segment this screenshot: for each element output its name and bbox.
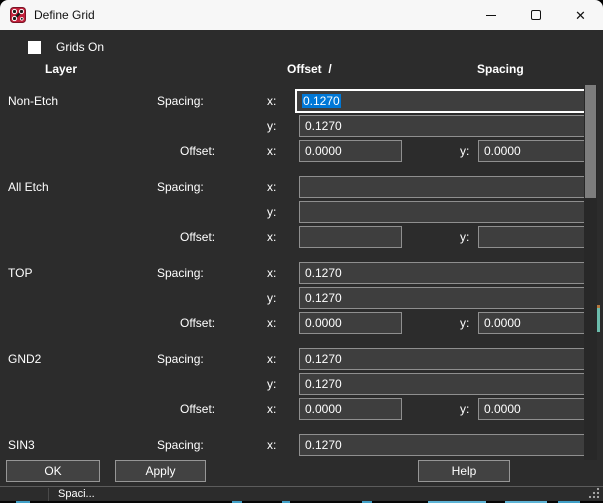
offset-y-field[interactable]: 0.0000 (478, 398, 586, 420)
x-label: x: (267, 230, 276, 244)
layer-name: GND2 (8, 352, 41, 366)
offset-label: Offset: (180, 230, 215, 244)
offset-y-field[interactable]: 0.0000 (478, 312, 586, 334)
header-spacing: Spacing (477, 62, 524, 76)
column-headers: Layer Offset / Spacing (0, 62, 603, 76)
x-label: x: (267, 144, 276, 158)
status-separator (48, 488, 49, 501)
grids-on-row: Grids On (28, 40, 104, 54)
resize-grip-icon[interactable] (588, 487, 600, 499)
layer-name: All Etch (8, 180, 49, 194)
spacing-x-field[interactable]: 0.1270 (299, 434, 586, 456)
offset-x-field[interactable]: 0.0000 (299, 398, 402, 420)
x-label: x: (267, 438, 276, 452)
x-label: x: (267, 352, 276, 366)
spacing-x-field[interactable]: 0.1270 (299, 348, 586, 370)
header-offset: Offset / (287, 62, 332, 76)
spacing-y-field[interactable] (299, 201, 586, 223)
x-label: x: (267, 180, 276, 194)
y-label: y: (267, 205, 276, 219)
apply-button[interactable]: Apply (115, 460, 206, 482)
spacing-x-field[interactable]: 0.1270 (299, 262, 586, 284)
offset-label: Offset: (180, 144, 215, 158)
maximize-button[interactable] (513, 0, 558, 30)
layer-grid-list: Non-Etch Spacing: x: 0.1270 y: 0.1270 Of… (0, 85, 603, 460)
y-label: y: (460, 402, 469, 416)
titlebar[interactable]: Define Grid ✕ (0, 0, 603, 30)
spacing-label: Spacing: (157, 438, 204, 452)
spacing-label: Spacing: (157, 352, 204, 366)
offset-y-field[interactable] (478, 226, 586, 248)
y-label: y: (267, 119, 276, 133)
help-button[interactable]: Help (418, 460, 510, 482)
close-icon: ✕ (575, 9, 586, 22)
y-label: y: (460, 144, 469, 158)
x-label: x: (267, 316, 276, 330)
layer-section-sin3: SIN3 Spacing: x: 0.1270 (0, 434, 603, 456)
maximize-icon (531, 10, 541, 20)
offset-x-field[interactable]: 0.0000 (299, 140, 402, 162)
minimize-button[interactable] (468, 0, 513, 30)
window-title: Define Grid (34, 8, 95, 22)
ok-button[interactable]: OK (6, 460, 100, 482)
scrollbar-annotation-marker (597, 308, 600, 332)
spacing-y-field[interactable]: 0.1270 (299, 115, 586, 137)
spacing-label: Spacing: (157, 266, 204, 280)
layer-section-non-etch: Non-Etch Spacing: x: 0.1270 y: 0.1270 Of… (0, 90, 603, 162)
x-label: x: (267, 94, 276, 108)
offset-y-field[interactable]: 0.0000 (478, 140, 586, 162)
spacing-x-field[interactable]: 0.1270 (295, 89, 586, 113)
layer-name: Non-Etch (8, 94, 58, 108)
close-button[interactable]: ✕ (558, 0, 603, 30)
x-label: x: (267, 266, 276, 280)
define-grid-dialog: Define Grid ✕ Grids On Layer Offset / Sp… (0, 0, 603, 501)
layer-name: TOP (8, 266, 32, 280)
app-icon (10, 7, 26, 23)
y-label: y: (460, 230, 469, 244)
spacing-x-field[interactable] (299, 176, 586, 198)
layer-section-all-etch: All Etch Spacing: x: y: Offset: x: y: (0, 176, 603, 248)
selected-text: 0.1270 (302, 94, 341, 108)
vertical-scrollbar[interactable] (584, 85, 597, 460)
offset-label: Offset: (180, 316, 215, 330)
y-label: y: (460, 316, 469, 330)
x-label: x: (267, 402, 276, 416)
spacing-label: Spacing: (157, 180, 204, 194)
status-bar: Spaci... (0, 486, 603, 501)
window-controls: ✕ (468, 0, 603, 30)
y-label: y: (267, 377, 276, 391)
layer-name: SIN3 (8, 438, 35, 452)
spacing-label: Spacing: (157, 94, 204, 108)
offset-x-field[interactable]: 0.0000 (299, 312, 402, 334)
spacing-y-field[interactable]: 0.1270 (299, 287, 586, 309)
grids-on-checkbox[interactable] (28, 41, 41, 54)
header-layer: Layer (45, 62, 77, 76)
spacing-y-field[interactable]: 0.1270 (299, 373, 586, 395)
grids-on-label: Grids On (56, 40, 104, 54)
offset-x-field[interactable] (299, 226, 402, 248)
minimize-icon (486, 15, 496, 16)
status-text: Spaci... (58, 488, 95, 500)
scrollbar-thumb[interactable] (585, 85, 596, 198)
layer-section-gnd2: GND2 Spacing: x: 0.1270 y: 0.1270 Offset… (0, 348, 603, 420)
y-label: y: (267, 291, 276, 305)
offset-label: Offset: (180, 402, 215, 416)
layer-section-top: TOP Spacing: x: 0.1270 y: 0.1270 Offset:… (0, 262, 603, 334)
